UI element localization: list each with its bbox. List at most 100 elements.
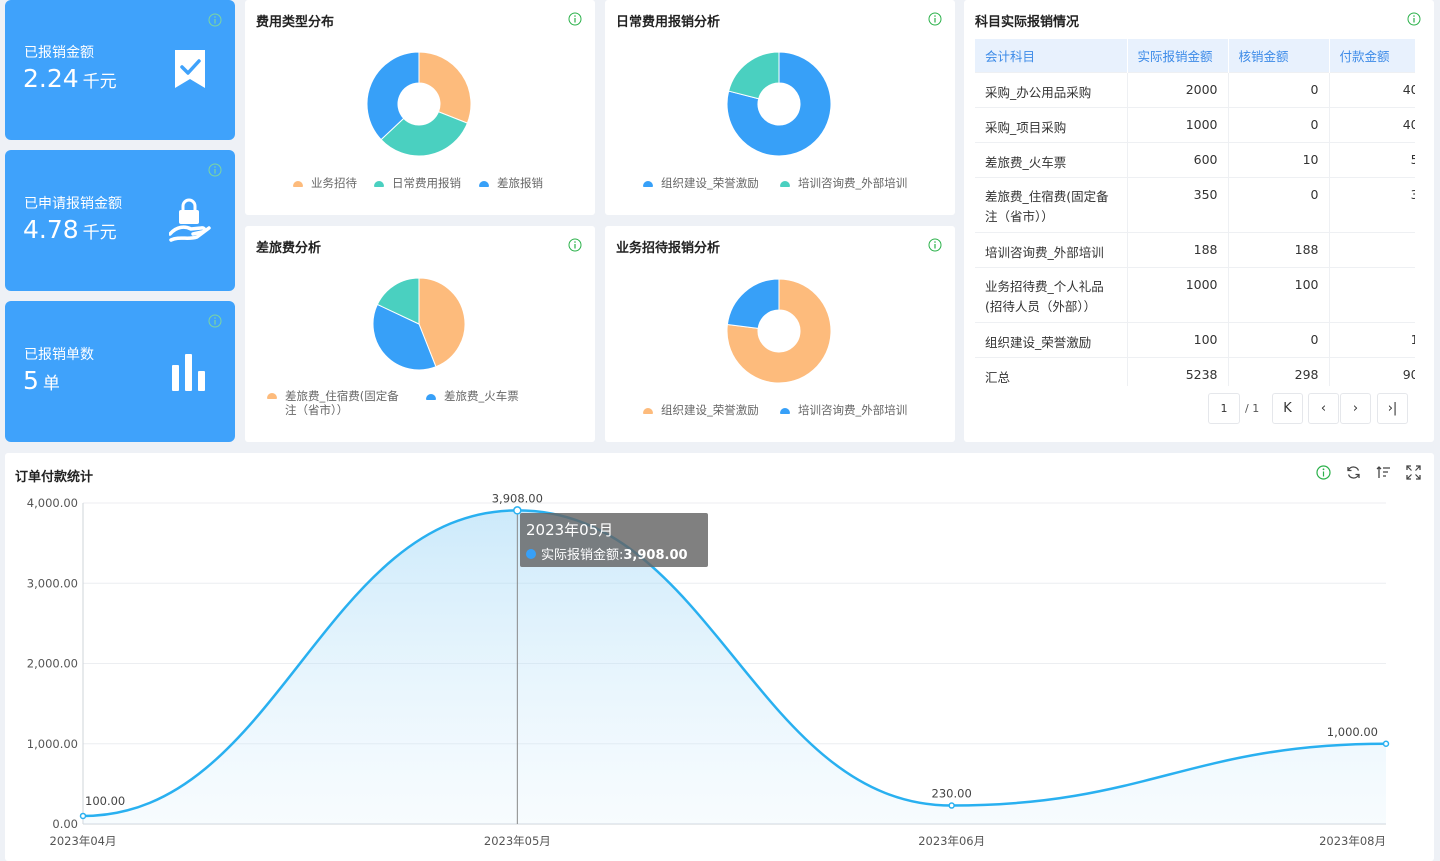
hospitality-panel: 业务招待报销分析 组织建设_荣誉激励 培训咨询费_外部培训 (605, 226, 955, 442)
column-header[interactable]: 会计科目 (975, 39, 1128, 72)
cell-paid: 590 (1329, 141, 1415, 177)
kpi-label: 已报销金额 (24, 45, 94, 61)
legend-item[interactable]: 差旅费_住宿费(固定备 注（省市）） (267, 389, 399, 417)
pie-chart[interactable] (372, 277, 466, 371)
cell-paid: 350 (1329, 176, 1415, 232)
info-icon[interactable] (208, 162, 222, 181)
cell-actual: 188 (1127, 231, 1229, 267)
pie-chart[interactable] (366, 51, 472, 157)
page-input[interactable]: 1 (1208, 393, 1240, 424)
cell-actual: 350 (1127, 176, 1229, 232)
chart-tooltip: 2023年05月 实际报销金额:3,908.00 (520, 513, 708, 567)
tooltip-title: 2023年05月 (526, 521, 614, 539)
table-row-total[interactable]: 汇总52382989040 (975, 356, 1415, 386)
page-total: / 1 (1245, 402, 1260, 415)
cell-paid: 0 (1329, 266, 1415, 322)
table-row[interactable]: 采购_办公用品采购200004000 (975, 71, 1415, 107)
pie-chart[interactable] (726, 51, 832, 157)
chevron-right-icon: › (1352, 401, 1359, 416)
kpi-card-reimbursed-amount: 已报销金额 2.24 千元 (5, 0, 235, 140)
column-header[interactable]: 核销金额 (1228, 39, 1330, 72)
legend-item[interactable]: 组织建设_荣誉激励 (643, 402, 759, 418)
cell-actual: 2000 (1127, 71, 1229, 107)
daily-expense-panel: 日常费用报销分析 组织建设_荣誉激励 培训咨询费_外部培训 (605, 0, 955, 215)
subject-reimbursement-panel: 科目实际报销情况 会计科目 实际报销金额 核销金额 付款金额 采购_办公用品采购… (964, 0, 1434, 442)
data-label: 230.00 (932, 787, 972, 801)
cell-paid: 9040 (1329, 356, 1415, 386)
data-point[interactable] (1382, 740, 1390, 747)
cell-written-off: 0 (1228, 176, 1330, 232)
cell-paid: 0 (1329, 231, 1415, 267)
info-icon[interactable] (928, 11, 942, 30)
info-icon[interactable] (568, 11, 582, 30)
y-tick-label: 0.00 (52, 817, 78, 831)
x-tick-label: 2023年08月 (1319, 834, 1386, 848)
pie-slice[interactable] (418, 51, 472, 124)
kpi-card-applied-amount: 已申请报销金额 4.78 千元 (5, 150, 235, 291)
table-viewport[interactable]: 会计科目 实际报销金额 核销金额 付款金额 采购_办公用品采购200004000… (975, 39, 1415, 386)
cell-subject: 组织建设_荣誉激励 (975, 321, 1128, 357)
first-page-icon: K (1283, 401, 1292, 416)
next-page-button[interactable]: › (1340, 393, 1371, 424)
area-chart[interactable]: 0.00 1,000.00 2,000.00 3,000.00 4,000.00 100.… (5, 453, 1434, 861)
column-header[interactable]: 付款金额 (1329, 39, 1415, 72)
legend-item[interactable]: 组织建设_荣誉激励 (643, 175, 759, 191)
y-tick-label: 2,000.00 (27, 657, 78, 671)
cell-actual: 600 (1127, 141, 1229, 177)
table-row[interactable]: 差旅费_火车票60010590 (975, 141, 1415, 177)
cell-subject: 汇总 (975, 356, 1128, 386)
cell-subject: 差旅费_火车票 (975, 141, 1128, 177)
data-point[interactable] (79, 812, 87, 820)
column-header[interactable]: 实际报销金额 (1127, 39, 1229, 72)
y-tick-label: 1,000.00 (27, 737, 78, 751)
legend: 差旅费_住宿费(固定备 注（省市）） 差旅费_火车票 (267, 389, 587, 421)
table-header-row: 会计科目 实际报销金额 核销金额 付款金额 (975, 39, 1415, 72)
info-icon[interactable] (208, 12, 222, 31)
legend-item[interactable]: 培训咨询费_外部培训 (780, 175, 907, 191)
prev-page-button[interactable]: ‹ (1308, 393, 1339, 424)
x-tick-label: 2023年06月 (918, 834, 985, 848)
table-row[interactable]: 培训咨询费_外部培训1881880 (975, 231, 1415, 267)
info-icon[interactable] (1407, 11, 1421, 30)
info-icon[interactable] (568, 237, 582, 256)
cell-written-off: 0 (1228, 321, 1330, 357)
data-label: 100.00 (85, 794, 125, 808)
panel-title: 业务招待报销分析 (616, 241, 721, 256)
table-row[interactable]: 差旅费_住宿费(固定备注（省市））3500350 (975, 176, 1415, 232)
cell-subject: 采购_项目采购 (975, 106, 1128, 142)
legend-item[interactable]: 培训咨询费_外部培训 (780, 402, 907, 418)
panel-title: 差旅费分析 (256, 241, 322, 256)
last-page-button[interactable]: ›| (1377, 393, 1408, 424)
y-tick-label: 4,000.00 (27, 496, 78, 510)
legend-item[interactable]: 差旅报销 (479, 175, 543, 191)
cell-written-off: 10 (1228, 141, 1330, 177)
legend-item[interactable]: 业务招待 (293, 175, 357, 191)
kpi-value: 5单 (23, 366, 60, 395)
cell-actual: 1000 (1127, 106, 1229, 142)
legend: 组织建设_荣誉激励 培训咨询费_外部培训 (643, 175, 953, 191)
cell-subject: 业务招待费_个人礼品(招待人员（外部）） (975, 266, 1128, 322)
legend-item[interactable]: 日常费用报销 (374, 175, 461, 191)
cell-written-off: 100 (1228, 266, 1330, 322)
x-tick-label: 2023年05月 (484, 834, 551, 848)
data-table: 会计科目 实际报销金额 核销金额 付款金额 采购_办公用品采购200004000… (975, 39, 1415, 386)
series-dot (526, 549, 536, 559)
cell-written-off: 0 (1228, 106, 1330, 142)
data-point[interactable] (948, 802, 955, 809)
info-icon[interactable] (928, 237, 942, 256)
table-row[interactable]: 采购_项目采购100004000 (975, 106, 1415, 142)
table-row[interactable]: 业务招待费_个人礼品(招待人员（外部））10001000 (975, 266, 1415, 322)
first-page-button[interactable]: K (1272, 393, 1303, 424)
legend-item[interactable]: 差旅费_火车票 (426, 389, 519, 403)
table-row[interactable]: 组织建设_荣誉激励1000100 (975, 321, 1415, 357)
kpi-card-reimbursed-count: 已报销单数 5单 (5, 301, 235, 442)
cell-written-off: 0 (1228, 71, 1330, 107)
bar-chart-icon (171, 353, 207, 395)
pie-chart[interactable] (726, 278, 832, 384)
pie-slice[interactable] (726, 278, 780, 329)
cell-written-off: 188 (1228, 231, 1330, 267)
info-icon[interactable] (208, 313, 222, 332)
cell-subject: 差旅费_住宿费(固定备注（省市）） (975, 176, 1128, 232)
pie-slice[interactable] (728, 51, 780, 100)
kpi-value: 4.78 千元 (23, 215, 117, 244)
